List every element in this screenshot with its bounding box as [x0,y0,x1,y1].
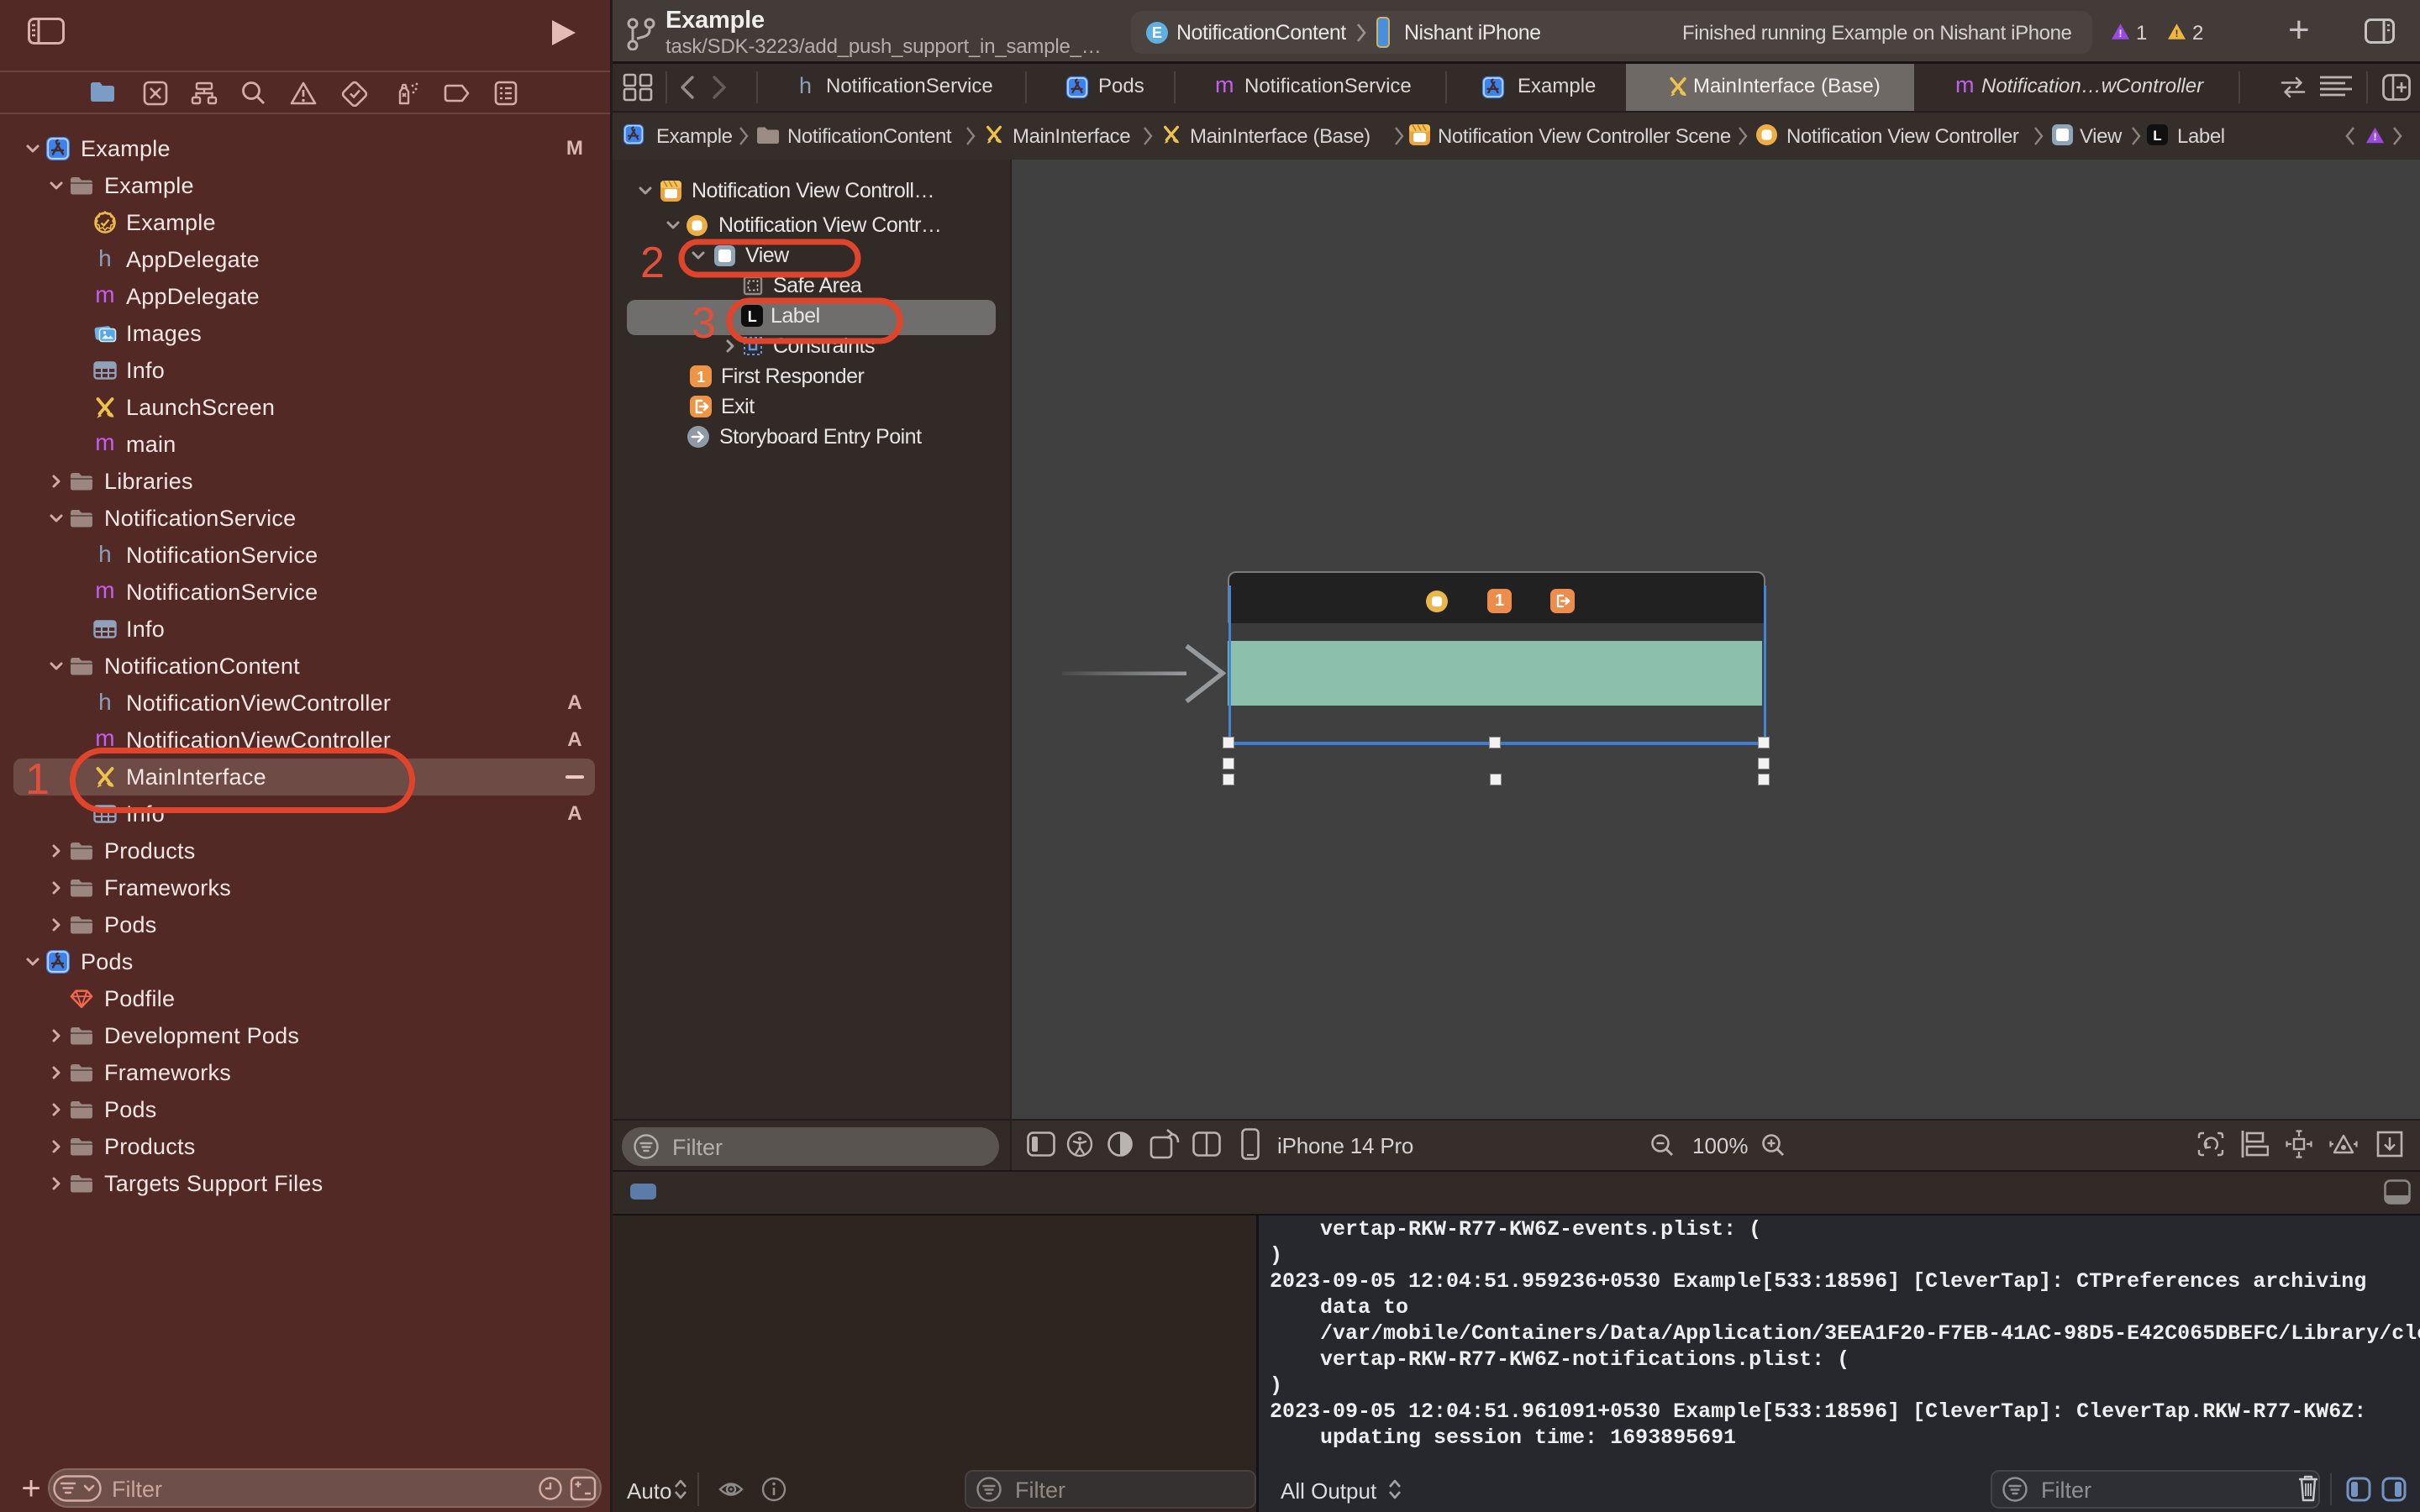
svg-text:m: m [95,580,115,603]
svg-text:L: L [2153,128,2161,144]
svg-text:1: 1 [697,369,705,386]
svg-text:h: h [98,543,112,567]
svg-text:m: m [95,284,115,307]
svg-text:h: h [98,247,112,271]
svg-text:!: ! [2373,131,2376,143]
svg-text:h: h [98,690,112,715]
svg-text:!: ! [2175,28,2178,39]
svg-text:!: ! [2118,28,2122,39]
svg-text:m: m [95,432,115,455]
